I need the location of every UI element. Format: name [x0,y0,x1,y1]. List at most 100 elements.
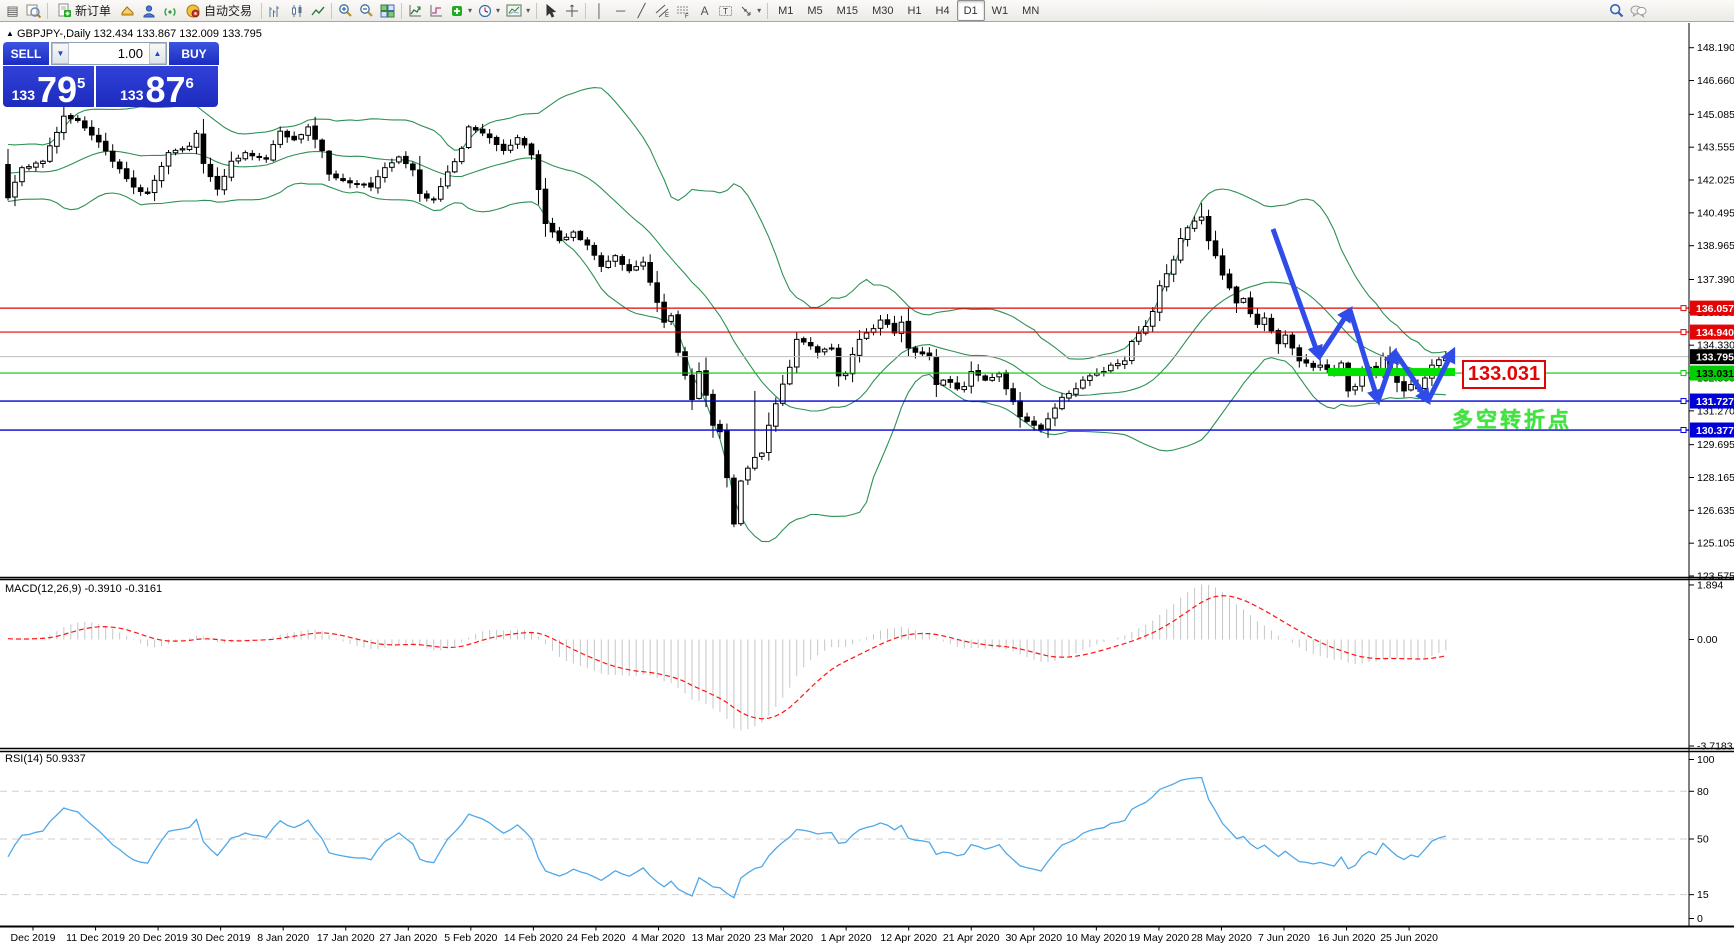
new-order-button[interactable]: 新订单 [51,1,117,20]
svg-text:133.795: 133.795 [1696,351,1734,363]
macd-pane: 1.894 0.00 -3.7183 [7,579,1733,753]
separator [47,2,48,19]
price-tick: 143.555 [1697,142,1734,154]
timeframe-m30[interactable]: M30 [865,0,900,21]
price-tick: 146.660 [1697,75,1734,87]
timeframe-mn[interactable]: MN [1015,0,1046,21]
separator [401,2,403,19]
rsi-value: 50.9337 [45,753,86,765]
fibonacci-tool[interactable]: F [673,1,694,20]
timeframe-m15[interactable]: M15 [830,0,865,21]
macd-values: -0.3910 -0.3161 [84,583,163,595]
sell-price-prefix: 133 [11,87,35,103]
buy-price-display[interactable]: 133 87 6 [96,66,218,111]
price-tick: 125.105 [1697,538,1734,550]
buy-price-big: 87 [145,69,186,111]
price-tick: 126.635 [1697,505,1734,517]
expand-triangle-icon[interactable]: ▲ [6,29,14,38]
volume-value[interactable]: 1.00 [69,43,149,64]
autotrading-button[interactable]: 自动交易 [180,1,258,20]
mt4-window: ▤ 新订单 自动交易 ▾ ▾ ▾ │ ─ ╱ E F A T ▾ M1 M5 M… [0,0,1734,947]
level-marker [1680,370,1687,377]
zoom-in-icon[interactable] [335,1,356,20]
timeframe-d1[interactable]: D1 [956,0,985,21]
trendline-tool[interactable]: ╱ [631,1,652,20]
vline-tool[interactable]: │ [589,1,610,20]
community-icon[interactable] [138,1,159,20]
axis-badge-131.727: 131.727 [1690,393,1734,409]
sell-button[interactable]: SELL [3,42,49,65]
date-tick: 10 May 2020 [1066,932,1127,944]
chart-surface[interactable]: 148.190 146.660 145.085 143.555 142.025 140.4… [0,22,1734,947]
chart-canvas[interactable]: 148.190 146.660 145.085 143.555 142.025 140.4… [0,22,1734,947]
objects-list-icon[interactable] [426,1,447,20]
date-tick: 20 Dec 2019 [128,932,188,944]
strategy-tester-icon[interactable] [23,1,44,20]
buy-price-pip: 6 [185,75,194,92]
rsi-name: RSI(14) [5,753,43,765]
date-tick: 14 Feb 2020 [504,932,563,944]
channel-tool[interactable]: E [652,1,673,20]
date-tick: 25 Jun 2020 [1380,932,1438,944]
indicators-icon[interactable] [405,1,426,20]
separator [536,2,538,19]
signals-icon[interactable] [159,1,180,20]
axis-badge-133.031: 133.031 [1690,365,1734,381]
add-indicator-button[interactable]: ▾ [447,1,475,20]
separator [767,2,769,19]
chat-icon[interactable] [1627,1,1650,20]
cursor-tool[interactable] [540,1,561,20]
date-tick: 28 May 2020 [1191,932,1252,944]
timeframe-h4[interactable]: H4 [929,0,957,21]
tile-windows-icon[interactable] [377,1,398,20]
rsi-tick: 50 [1697,834,1709,846]
sell-price-display[interactable]: 133 79 5 [3,66,94,108]
bar-chart-mode-icon[interactable] [265,1,286,20]
crosshair-tool[interactable] [561,1,582,20]
timeframe-m1[interactable]: M1 [771,0,800,21]
timeframe-h1[interactable]: H1 [900,0,928,21]
hline-tool[interactable]: ─ [610,1,631,20]
new-order-icon [58,3,71,17]
terminal-icon[interactable]: ▤ [2,1,23,20]
axis-badge-136.057: 136.057 [1690,300,1734,316]
zoom-out-icon[interactable] [356,1,377,20]
search-icon[interactable] [1606,1,1627,20]
svg-text:T: T [723,7,728,16]
date-tick: 17 Jan 2020 [317,932,375,944]
date-tick: 21 Apr 2020 [943,932,1000,944]
text-label-tool[interactable]: T [715,1,736,20]
price-tick: 148.190 [1697,42,1734,54]
volume-increase-button[interactable]: ▲ [149,43,166,64]
timeframe-m5[interactable]: M5 [800,0,829,21]
market-icon[interactable] [117,1,138,20]
periods-button[interactable]: ▾ [475,1,503,20]
text-tool[interactable]: A [694,1,715,20]
arrows-tool[interactable]: ▾ [736,1,764,20]
price-tick: 138.965 [1697,240,1734,252]
timeframe-w1[interactable]: W1 [985,0,1016,21]
candlestick-mode-icon[interactable] [286,1,307,20]
magnifier-chart-icon [26,4,41,18]
macd-name: MACD(12,26,9) [5,583,82,595]
date-tick: 24 Feb 2020 [566,932,625,944]
price-callout-label[interactable]: 133.031 [1462,360,1546,389]
chart-symbol-period: GBPJPY-,Daily [16,28,91,40]
svg-text:134.940: 134.940 [1696,327,1734,339]
autotrading-label: 自动交易 [204,4,253,18]
axis-badge-133.795: 133.795 [1690,349,1734,365]
buy-button[interactable]: BUY [169,42,219,65]
templates-button[interactable]: ▾ [503,1,533,20]
candlesticks [5,105,1449,528]
level-marker [1680,398,1687,405]
line-chart-mode-icon[interactable] [307,1,328,20]
turning-point-annotation[interactable]: 多空转折点 [1452,404,1572,434]
price-tick: 140.495 [1697,207,1734,219]
date-tick: 11 Dec 2019 [66,932,125,944]
date-tick: 19 May 2020 [1129,932,1190,944]
volume-decrease-button[interactable]: ▼ [52,43,69,64]
date-tick: 8 Jan 2020 [257,932,309,944]
bb-upper [7,87,1446,360]
date-tick: 16 Jun 2020 [1318,932,1376,944]
volume-spinner: ▼ 1.00 ▲ [51,42,167,65]
